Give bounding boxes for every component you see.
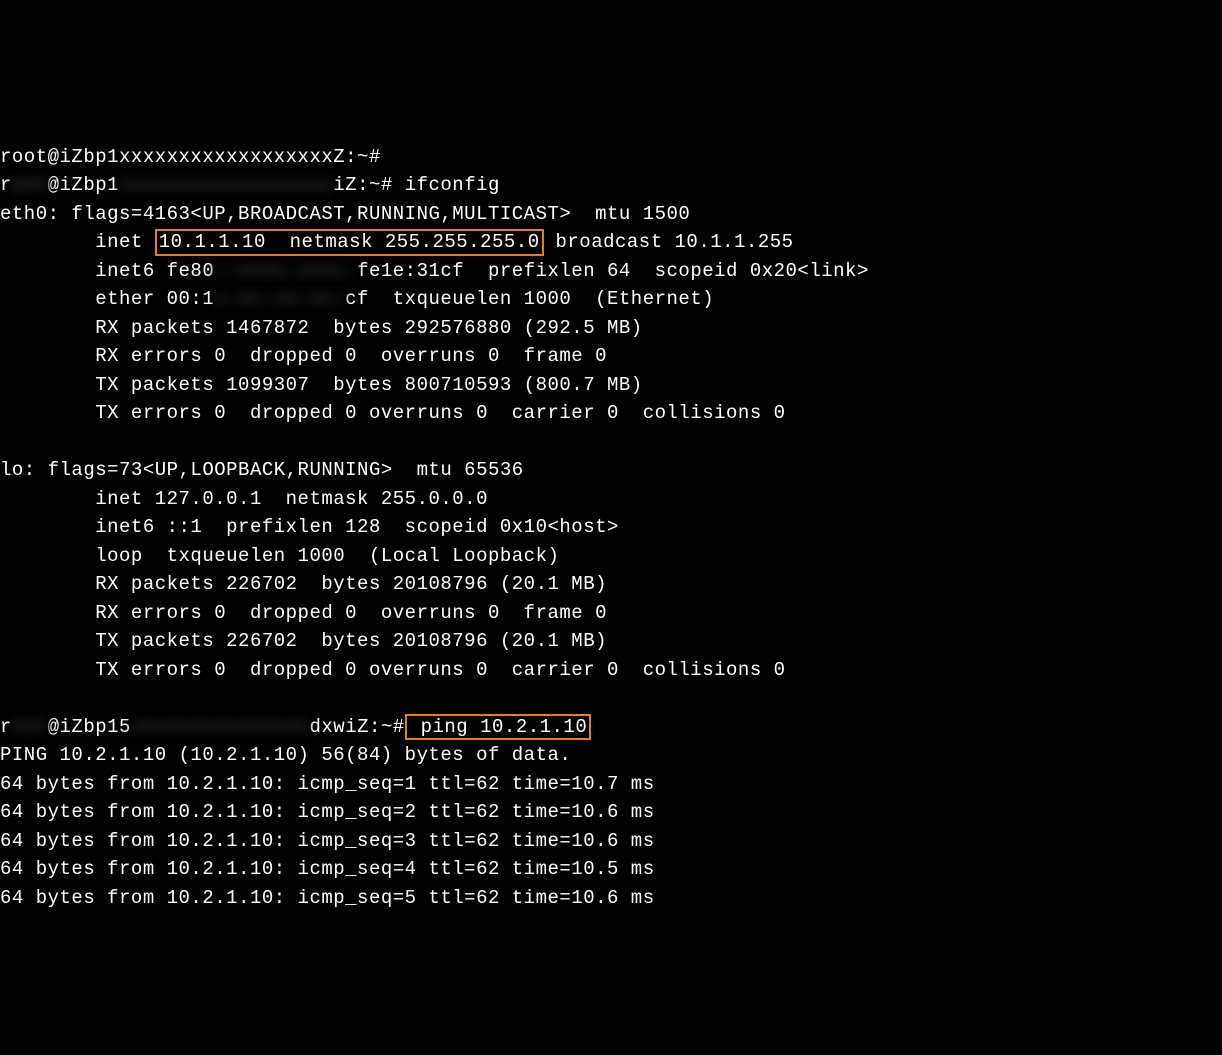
redacted-host-2: xxxxxxxxxxxxxxx xyxy=(131,716,310,738)
prompt-2: root@iZbp15xxxxxxxxxxxxxxxdxwiZ:~# ping … xyxy=(0,716,591,738)
ping-reply-2: 64 bytes from 10.2.1.10: icmp_seq=2 ttl=… xyxy=(0,801,655,823)
redacted-inet6: ::xxxx:xxxx: xyxy=(214,260,357,282)
lo-loop: loop txqueuelen 1000 (Local Loopback) xyxy=(0,545,559,567)
lo-rx-errors: RX errors 0 dropped 0 overruns 0 frame 0 xyxy=(0,602,607,624)
redacted-user: oot xyxy=(12,174,48,196)
lo-inet: inet 127.0.0.1 netmask 255.0.0.0 xyxy=(0,488,488,510)
top-fragment-line: root@iZbp1xxxxxxxxxxxxxxxxxxZ:~# xyxy=(0,146,381,168)
lo-flags: lo: flags=73<UP,LOOPBACK,RUNNING> mtu 65… xyxy=(0,459,524,481)
eth0-inet6-line: inet6 fe80::xxxx:xxxx:fe1e:31cf prefixle… xyxy=(0,260,869,282)
eth0-tx-packets: TX packets 1099307 bytes 800710593 (800.… xyxy=(0,374,643,396)
lo-inet6: inet6 ::1 prefixlen 128 scopeid 0x10<hos… xyxy=(0,516,619,538)
ping-reply-1: 64 bytes from 10.2.1.10: icmp_seq=1 ttl=… xyxy=(0,773,655,795)
ping-header: PING 10.2.1.10 (10.2.1.10) 56(84) bytes … xyxy=(0,744,571,766)
ping-reply-3: 64 bytes from 10.2.1.10: icmp_seq=3 ttl=… xyxy=(0,830,655,852)
ping-reply-5: 64 bytes from 10.2.1.10: icmp_seq=5 ttl=… xyxy=(0,887,655,909)
redacted-host: xxxxxxxxxxxxxxxxxx xyxy=(119,174,333,196)
eth0-tx-errors: TX errors 0 dropped 0 overruns 0 carrier… xyxy=(0,402,786,424)
lo-rx-packets: RX packets 226702 bytes 20108796 (20.1 M… xyxy=(0,573,607,595)
eth0-flags: eth0: flags=4163<UP,BROADCAST,RUNNING,MU… xyxy=(0,203,690,225)
highlight-inet: 10.1.1.10 netmask 255.255.255.0 xyxy=(155,229,544,256)
prompt-1: root@iZbp1xxxxxxxxxxxxxxxxxxiZ:~# ifconf… xyxy=(0,174,500,196)
lo-tx-packets: TX packets 226702 bytes 20108796 (20.1 M… xyxy=(0,630,607,652)
terminal-output: root@iZbp1xxxxxxxxxxxxxxxxxxZ:~# root@iZ… xyxy=(0,114,1222,912)
redacted-user-2: oot xyxy=(12,716,48,738)
redacted-mac: x:xx:xx:xx: xyxy=(214,288,345,310)
ping-reply-4: 64 bytes from 10.2.1.10: icmp_seq=4 ttl=… xyxy=(0,858,655,880)
eth0-ether-line: ether 00:1x:xx:xx:xx:cf txqueuelen 1000 … xyxy=(0,288,714,310)
highlight-ping-cmd: ping 10.2.1.10 xyxy=(405,714,592,741)
eth0-inet-line: inet 10.1.1.10 netmask 255.255.255.0 bro… xyxy=(0,231,794,253)
eth0-rx-packets: RX packets 1467872 bytes 292576880 (292.… xyxy=(0,317,643,339)
eth0-rx-errors: RX errors 0 dropped 0 overruns 0 frame 0 xyxy=(0,345,607,367)
lo-tx-errors: TX errors 0 dropped 0 overruns 0 carrier… xyxy=(0,659,786,681)
